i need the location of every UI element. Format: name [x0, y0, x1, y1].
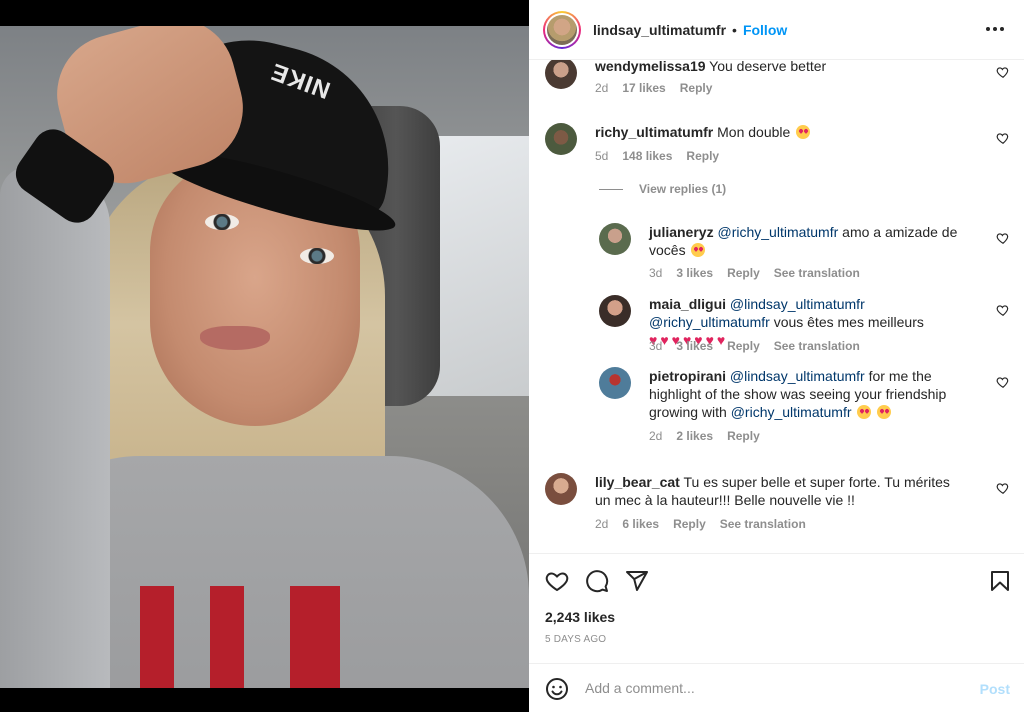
comment-item: lily_bear_cat Tu es super belle et super… — [545, 473, 1010, 533]
like-heart-icon[interactable] — [996, 375, 1010, 389]
like-heart-icon[interactable] — [996, 481, 1010, 495]
sweater-print — [210, 586, 244, 688]
share-icon[interactable] — [625, 569, 649, 593]
comment-age[interactable]: 2d — [595, 517, 608, 531]
heart-eyes-emoji — [691, 243, 706, 257]
likes-count[interactable]: 2,243 likes — [545, 609, 615, 625]
mention-link[interactable]: @richy_ultimatumfr — [731, 404, 852, 420]
comment-username[interactable]: richy_ultimatumfr — [595, 124, 713, 140]
sweater-print — [290, 586, 340, 688]
mention-link[interactable]: @lindsay_ultimatumfr — [730, 368, 865, 384]
reply-item: julianeryz @richy_ultimatumfr amo a amiz… — [599, 223, 1010, 283]
post-timestamp[interactable]: 5 DAYS AGO — [545, 634, 606, 645]
heart-eyes-emoji — [877, 405, 892, 419]
mention-link[interactable]: @richy_ultimatumfr — [649, 314, 770, 330]
header-username[interactable]: lindsay_ultimatumfr — [593, 22, 726, 38]
emoji-icon[interactable] — [545, 677, 569, 701]
reply-button[interactable]: Reply — [727, 429, 760, 443]
see-translation-button[interactable]: See translation — [774, 339, 860, 353]
heart-eyes-emoji — [796, 125, 811, 139]
comment-age[interactable]: 5d — [595, 149, 608, 163]
reply-username[interactable]: maia_dligui — [649, 296, 726, 312]
comment-likes[interactable]: 3 likes — [676, 266, 713, 280]
reply-item: pietropirani @lindsay_ultimatumfr for me… — [599, 367, 1010, 447]
comment-username[interactable]: lily_bear_cat — [595, 474, 680, 490]
view-replies-button[interactable]: View replies (1) — [599, 182, 726, 196]
comment-age[interactable]: 2d — [595, 81, 608, 95]
comment-input[interactable] — [585, 676, 945, 700]
see-translation-button[interactable]: See translation — [774, 266, 860, 280]
comment-text: Mon double — [717, 124, 791, 140]
post-header: lindsay_ultimatumfr • Follow — [529, 0, 1024, 60]
comment-meta: 2d 2 likes Reply — [649, 429, 760, 443]
reply-username[interactable]: julianeryz — [649, 224, 714, 240]
post-media: NIKE — [0, 0, 529, 712]
comment-meta: 2d 17 likes Reply — [595, 81, 712, 95]
divider — [599, 188, 623, 190]
comment-age[interactable]: 2d — [649, 429, 662, 443]
right-eye — [300, 248, 334, 264]
see-translation-button[interactable]: See translation — [720, 517, 806, 531]
avatar[interactable] — [545, 473, 577, 505]
add-comment-bar: Post — [529, 663, 1024, 712]
reply-button[interactable]: Reply — [727, 266, 760, 280]
comment-item: richy_ultimatumfr Mon double 5d 148 like… — [545, 123, 1010, 173]
reply-button[interactable]: Reply — [680, 81, 713, 95]
lips — [200, 326, 270, 350]
mention-link[interactable]: @richy_ultimatumfr — [717, 224, 838, 240]
reply-username[interactable]: pietropirani — [649, 368, 726, 384]
arm — [0, 166, 110, 688]
like-heart-icon[interactable] — [996, 65, 1010, 79]
comment-meta: 3d 3 likes Reply See translation — [649, 266, 860, 280]
mention-link[interactable]: @lindsay_ultimatumfr — [730, 296, 865, 312]
comment-likes[interactable]: 3 likes — [676, 339, 713, 353]
comment-meta: 5d 148 likes Reply — [595, 149, 719, 163]
action-bar: 2,243 likes 5 DAYS AGO — [529, 553, 1024, 663]
separator-dot: • — [732, 21, 737, 38]
reply-text: vous êtes mes meilleurs — [773, 314, 924, 330]
comment-likes[interactable]: 17 likes — [622, 81, 665, 95]
avatar[interactable] — [599, 367, 631, 399]
avatar[interactable] — [545, 60, 577, 89]
heart-eyes-emoji — [857, 405, 872, 419]
comment-meta: 2d 6 likes Reply See translation — [595, 517, 806, 531]
comment-username[interactable]: wendymelissa19 — [595, 60, 706, 74]
post-modal: NIKE lindsay_ultimatumfr • Follow wendym… — [0, 0, 1024, 712]
comment-item: wendymelissa19 You deserve better 2d 17 … — [545, 60, 1010, 107]
side-panel: lindsay_ultimatumfr • Follow wendymeliss… — [529, 0, 1024, 712]
like-heart-icon[interactable] — [996, 231, 1010, 245]
comment-likes[interactable]: 6 likes — [622, 517, 659, 531]
comment-icon[interactable] — [585, 569, 609, 593]
reply-button[interactable]: Reply — [673, 517, 706, 531]
comment-likes[interactable]: 148 likes — [622, 149, 672, 163]
more-options-icon[interactable] — [984, 18, 1006, 40]
post-photo[interactable]: NIKE — [0, 26, 529, 688]
avatar — [547, 14, 577, 45]
avatar[interactable] — [545, 123, 577, 155]
reply-item: maia_dligui @lindsay_ultimatumfr @richy_… — [599, 295, 1010, 355]
reply-button[interactable]: Reply — [686, 149, 719, 163]
avatar[interactable] — [599, 295, 631, 327]
like-heart-icon[interactable] — [545, 569, 569, 593]
bookmark-icon[interactable] — [988, 569, 1012, 593]
follow-button[interactable]: Follow — [743, 22, 787, 38]
left-eye — [205, 214, 239, 230]
comment-text: You deserve better — [709, 60, 827, 74]
sweater-print — [140, 586, 174, 688]
like-heart-icon[interactable] — [996, 303, 1010, 317]
comments-list[interactable]: wendymelissa19 You deserve better 2d 17 … — [529, 60, 1024, 553]
comment-meta: 3d 3 likes Reply See translation — [649, 339, 860, 353]
story-ring[interactable] — [543, 10, 581, 49]
reply-button[interactable]: Reply — [727, 339, 760, 353]
like-heart-icon[interactable] — [996, 131, 1010, 145]
comment-age[interactable]: 3d — [649, 339, 662, 353]
comment-age[interactable]: 3d — [649, 266, 662, 280]
comment-likes[interactable]: 2 likes — [676, 429, 713, 443]
post-button[interactable]: Post — [980, 681, 1010, 697]
avatar[interactable] — [599, 223, 631, 255]
